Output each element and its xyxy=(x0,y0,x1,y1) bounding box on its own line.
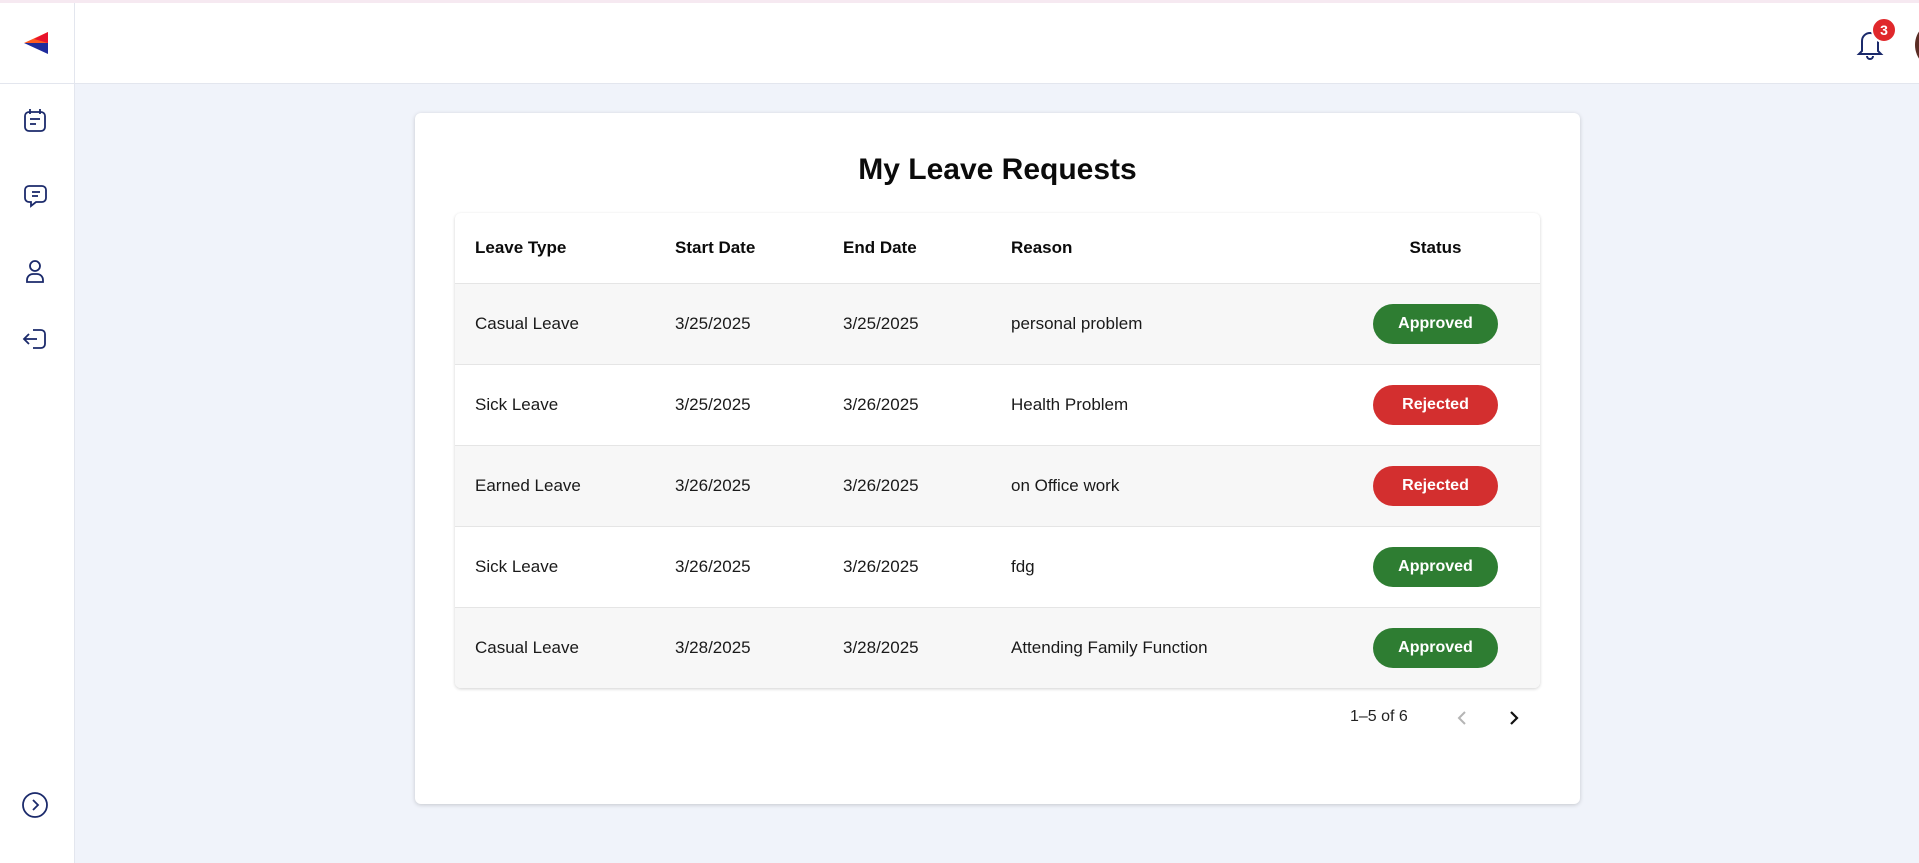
calendar-icon xyxy=(24,109,46,132)
status-badge: Rejected xyxy=(1373,385,1498,425)
pagination-range: 1–5 of 6 xyxy=(1350,708,1408,725)
chevron-right-icon xyxy=(1510,711,1519,725)
cell-start-date: 3/26/2025 xyxy=(675,557,751,576)
table-header-row: Leave Type Start Date End Date Reason St… xyxy=(455,213,1540,283)
cell-reason: Health Problem xyxy=(1011,395,1129,414)
table-row[interactable]: Earned Leave 3/26/2025 3/26/2025 on Offi… xyxy=(455,445,1540,526)
logo-icon xyxy=(24,32,48,54)
chevron-left-icon xyxy=(1457,711,1466,725)
chevron-right-circle-icon xyxy=(22,792,48,818)
sidebar-expand-button[interactable] xyxy=(19,789,51,821)
cell-end-date: 3/26/2025 xyxy=(843,395,919,414)
column-header-reason: Reason xyxy=(1011,238,1073,257)
cell-leave-type: Casual Leave xyxy=(475,638,579,657)
nav-calendar[interactable] xyxy=(19,105,51,137)
cell-start-date: 3/25/2025 xyxy=(675,395,751,414)
cell-start-date: 3/28/2025 xyxy=(675,638,751,657)
notification-badge: 3 xyxy=(1871,17,1897,43)
logout-icon xyxy=(22,329,46,349)
table-row[interactable]: Sick Leave 3/25/2025 3/26/2025 Health Pr… xyxy=(455,364,1540,445)
pagination: 1–5 of 6 xyxy=(415,698,1580,738)
table-row[interactable]: Casual Leave 3/25/2025 3/25/2025 persona… xyxy=(455,283,1540,364)
cell-end-date: 3/25/2025 xyxy=(843,314,919,333)
top-header: 3 xyxy=(75,3,1919,84)
status-badge: Approved xyxy=(1373,304,1498,344)
next-page-button[interactable] xyxy=(1497,702,1529,734)
cell-reason: on Office work xyxy=(1011,476,1120,495)
column-header-end-date: End Date xyxy=(843,238,917,257)
cell-leave-type: Sick Leave xyxy=(475,395,559,414)
avatar[interactable] xyxy=(1915,20,1919,70)
cell-leave-type: Casual Leave xyxy=(475,314,579,333)
cell-end-date: 3/26/2025 xyxy=(843,476,919,495)
previous-page-button[interactable] xyxy=(1447,702,1479,734)
nav-logout[interactable] xyxy=(19,323,51,355)
table-row[interactable]: Casual Leave 3/28/2025 3/28/2025 Attendi… xyxy=(455,607,1540,688)
cell-end-date: 3/26/2025 xyxy=(843,557,919,576)
leave-requests-card: My Leave Requests Leave Type Start Date … xyxy=(415,113,1580,804)
cell-end-date: 3/28/2025 xyxy=(843,638,919,657)
cell-reason: personal problem xyxy=(1011,314,1143,333)
status-badge: Approved xyxy=(1373,628,1498,668)
cell-start-date: 3/25/2025 xyxy=(675,314,751,333)
cell-start-date: 3/26/2025 xyxy=(675,476,751,495)
nav-profile[interactable] xyxy=(19,255,51,287)
cell-reason: Attending Family Function xyxy=(1011,638,1208,657)
status-badge: Rejected xyxy=(1373,466,1498,506)
column-header-start-date: Start Date xyxy=(675,238,756,257)
logo[interactable] xyxy=(0,3,74,84)
column-header-status: Status xyxy=(1409,238,1462,257)
cell-leave-type: Earned Leave xyxy=(475,476,581,495)
status-badge: Approved xyxy=(1373,547,1498,587)
cell-reason: fdg xyxy=(1011,557,1035,576)
column-header-leave-type: Leave Type xyxy=(475,238,567,257)
user-icon xyxy=(26,260,44,283)
chat-icon xyxy=(24,185,47,208)
sidebar xyxy=(0,3,75,863)
table-row[interactable]: Sick Leave 3/26/2025 3/26/2025 fdg Appro… xyxy=(455,526,1540,607)
cell-leave-type: Sick Leave xyxy=(475,557,559,576)
leave-requests-table: Leave Type Start Date End Date Reason St… xyxy=(455,213,1540,688)
nav-chat[interactable] xyxy=(19,180,51,212)
page-title: My Leave Requests xyxy=(858,153,1137,186)
